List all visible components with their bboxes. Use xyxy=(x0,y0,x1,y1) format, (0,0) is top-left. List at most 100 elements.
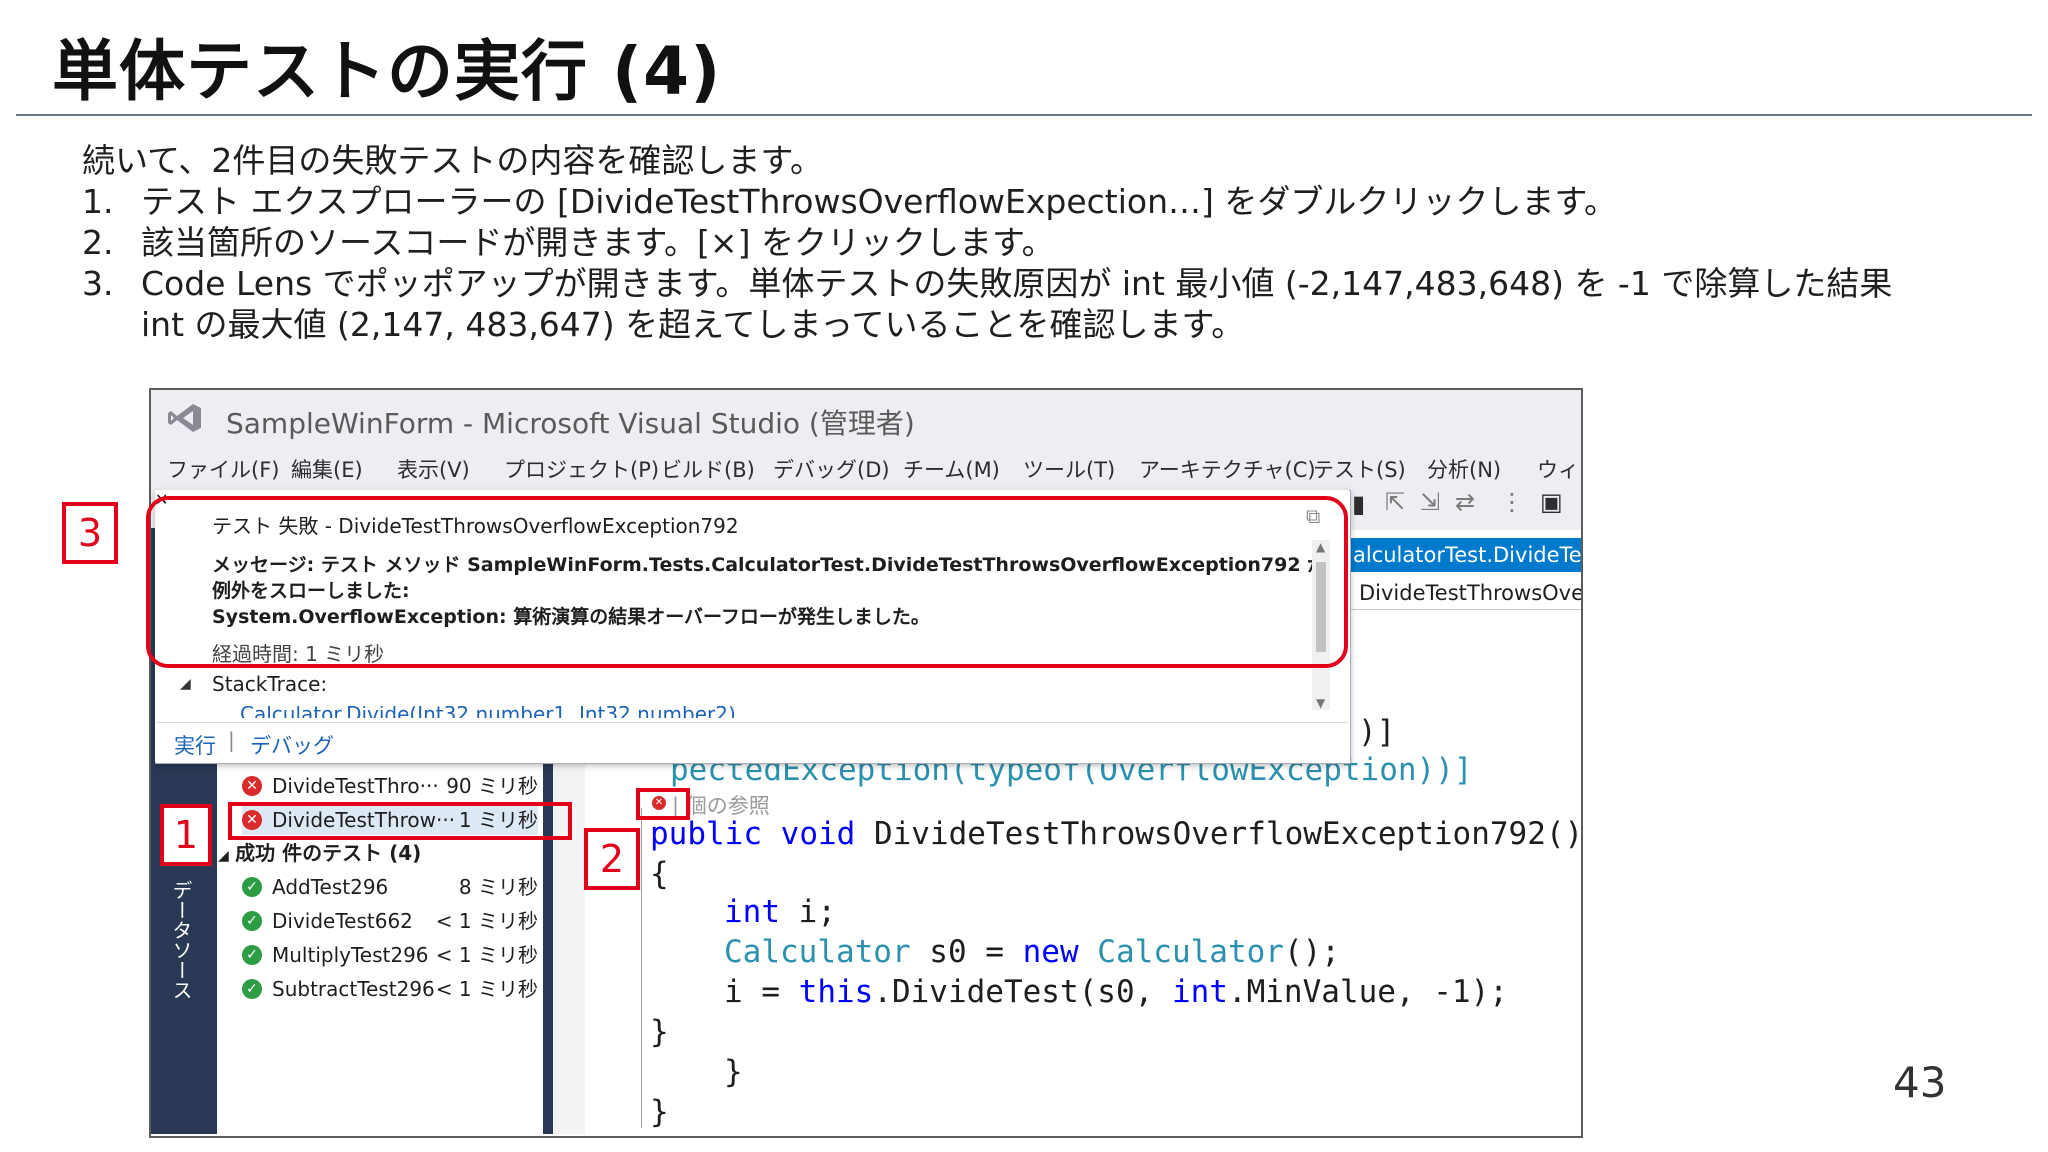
code-text: s0 = xyxy=(910,934,1023,970)
bookmark-next-icon[interactable]: ⇲ xyxy=(1420,488,1440,516)
failed-test-icon: ✕ xyxy=(242,776,262,796)
type-name: Calculator xyxy=(1097,934,1284,970)
intro-text: 続いて、2件目の失敗テストの内容を確認します。 xyxy=(82,141,824,180)
passed-tests-group-header[interactable]: ◢ 成功 件のテスト (4) xyxy=(218,838,421,871)
menu-debug[interactable]: デバッグ(D) xyxy=(773,454,890,484)
keyword: new xyxy=(1022,934,1079,970)
menu-build[interactable]: ビルド(B) xyxy=(661,454,755,484)
code-text: .MinValue, -1); xyxy=(1227,974,1508,1010)
popup-divider xyxy=(156,722,1348,723)
toolbar-overflow-icon[interactable]: ⋮ xyxy=(1500,488,1524,516)
step-number: 3. xyxy=(82,264,114,303)
scroll-down-icon[interactable]: ▼ xyxy=(1316,696,1325,710)
step-text: 該当箇所のソースコードが開きます。[×] をクリックします。 xyxy=(141,223,1055,262)
code-line-attribute-end[interactable]: )] xyxy=(1358,714,1395,750)
highlight-popup-message xyxy=(146,496,1348,668)
type-name: Calculator xyxy=(724,934,911,970)
step-item: 2. 該当箇所のソースコードが開きます。[×] をクリックします。 xyxy=(82,222,2002,263)
test-name: DivideTest662 xyxy=(272,909,413,933)
code-line-close-brace[interactable]: } xyxy=(650,1094,669,1130)
menu-view[interactable]: 表示(V) xyxy=(397,454,470,484)
callout-1: 1 xyxy=(160,804,212,866)
code-line-close-brace[interactable]: } xyxy=(724,1054,743,1090)
menu-analyze[interactable]: 分析(N) xyxy=(1427,454,1501,484)
code-line-assignment[interactable]: i = this.DivideTest(s0, int.MinValue, -1… xyxy=(724,974,1508,1010)
menu-test[interactable]: テスト(S) xyxy=(1313,454,1406,484)
code-line-close-brace[interactable]: } xyxy=(650,1014,669,1050)
menu-team[interactable]: チーム(M) xyxy=(903,454,1000,484)
page-number: 43 xyxy=(1893,1058,1947,1107)
test-duration: < 1 ミリ秒 xyxy=(435,977,538,1001)
test-name: DivideTestThro··· xyxy=(272,774,439,798)
step-text: Code Lens でポッポアップが開きます。単体テストの失敗原因が int 最… xyxy=(141,264,1893,303)
code-line-declaration[interactable]: int i; xyxy=(724,894,836,930)
highlight-selected-test xyxy=(228,802,572,840)
passed-test-icon: ✓ xyxy=(242,877,262,897)
menu-window[interactable]: ウィン xyxy=(1537,454,1581,484)
test-row[interactable]: ✓ AddTest296 8 ミリ秒 xyxy=(242,872,538,902)
test-duration: < 1 ミリ秒 xyxy=(435,909,538,933)
method-name: DivideTestThrowsOverflowException792() xyxy=(855,816,1584,852)
test-name: SubtractTest296 xyxy=(272,977,435,1001)
test-duration: < 1 ミリ秒 xyxy=(435,943,538,967)
menu-file[interactable]: ファイル(F) xyxy=(167,454,279,484)
test-name: MultiplyTest296 xyxy=(272,943,429,967)
highlight-lens-icon xyxy=(636,788,690,820)
menu-edit[interactable]: 編集(E) xyxy=(291,454,363,484)
test-name: AddTest296 xyxy=(272,875,389,899)
step-item: int の最大値 (2,147, 483,647) を超えてしまっていることを確… xyxy=(82,304,2002,345)
code-text: .DivideTest(s0, xyxy=(873,974,1172,1010)
step-text: テスト エクスプローラーの [DivideTestThrowsOverflowE… xyxy=(141,182,1618,221)
bookmark-prev-icon[interactable]: ⇱ xyxy=(1385,488,1405,516)
document-icon[interactable]: ▣ xyxy=(1540,488,1563,516)
menu-bar: ファイル(F) 編集(E) 表示(V) プロジェクト(P) ビルド(B) デバッ… xyxy=(151,446,1581,486)
keyword: this xyxy=(798,974,874,1010)
code-line-open-brace[interactable]: { xyxy=(650,856,669,892)
menu-project[interactable]: プロジェクト(P) xyxy=(504,454,659,484)
stacktrace-link[interactable]: Calculator.Divide(Int32 number1, Int32 n… xyxy=(240,706,736,718)
callout-2: 2 xyxy=(584,828,640,890)
step-text: int の最大値 (2,147, 483,647) を超えてしまっていることを確… xyxy=(141,305,1245,344)
code-line-signature[interactable]: public void DivideTestThrowsOverflowExce… xyxy=(650,816,1583,852)
debug-link[interactable]: デバッグ xyxy=(250,730,334,760)
keyword: void xyxy=(780,816,856,852)
test-row[interactable]: ✕ DivideTestThro··· 90 ミリ秒 xyxy=(242,771,538,801)
steps-list: 1. テスト エクスプローラーの [DivideTestThrowsOverflo… xyxy=(82,181,2002,345)
keyword: int xyxy=(724,894,780,930)
test-row[interactable]: ✓ MultiplyTest296 < 1 ミリ秒 xyxy=(242,940,538,970)
collapse-triangle-icon[interactable]: ◢ xyxy=(180,676,191,692)
group-label: 成功 件のテスト (4) xyxy=(235,841,422,865)
data-source-side-tab[interactable]: データソース xyxy=(169,880,196,1000)
menu-tools[interactable]: ツール(T) xyxy=(1023,454,1115,484)
step-number: 2. xyxy=(82,223,114,262)
title-divider xyxy=(16,114,2032,116)
stacktrace-clip: Calculator.Divide(Int32 number1, Int32 n… xyxy=(240,706,760,718)
visual-studio-logo-icon xyxy=(168,404,201,432)
document-tab[interactable]: alculatorTest.DivideTest xyxy=(1345,538,1581,572)
structure-guide-line xyxy=(641,808,642,1128)
link-separator: | xyxy=(228,728,235,752)
slide-title: 単体テストの実行 (4) xyxy=(52,33,722,110)
keyword: public xyxy=(650,816,762,852)
code-text: i = xyxy=(724,974,799,1010)
callout-3: 3 xyxy=(62,502,118,564)
member-navigation-dropdown[interactable]: DivideTestThrowsOve xyxy=(1345,576,1581,610)
keyword: int xyxy=(1171,974,1228,1010)
step-number: 1. xyxy=(82,182,114,221)
window-titlebar: SampleWinForm - Microsoft Visual Studio … xyxy=(151,390,1581,446)
passed-test-icon: ✓ xyxy=(242,911,262,931)
step-item: 1. テスト エクスプローラーの [DivideTestThrowsOverflo… xyxy=(82,181,2002,222)
code-text: i; xyxy=(780,894,836,930)
bookmark-icon[interactable]: ▮ xyxy=(1352,490,1365,518)
test-duration: 90 ミリ秒 xyxy=(446,774,538,798)
test-row[interactable]: ✓ DivideTest662 < 1 ミリ秒 xyxy=(242,906,538,936)
run-link[interactable]: 実行 xyxy=(174,730,216,760)
test-row[interactable]: ✓ SubtractTest296 < 1 ミリ秒 xyxy=(242,974,538,1004)
test-duration: 8 ミリ秒 xyxy=(458,875,538,899)
bookmark-clear-icon[interactable]: ⇄ xyxy=(1455,488,1475,516)
menu-architecture[interactable]: アーキテクチャ(C) xyxy=(1139,454,1316,484)
code-line-instantiation[interactable]: Calculator s0 = new Calculator(); xyxy=(724,934,1340,970)
window-title: SampleWinForm - Microsoft Visual Studio … xyxy=(226,407,915,440)
collapse-triangle-icon[interactable]: ◢ xyxy=(218,848,229,864)
passed-test-icon: ✓ xyxy=(242,979,262,999)
